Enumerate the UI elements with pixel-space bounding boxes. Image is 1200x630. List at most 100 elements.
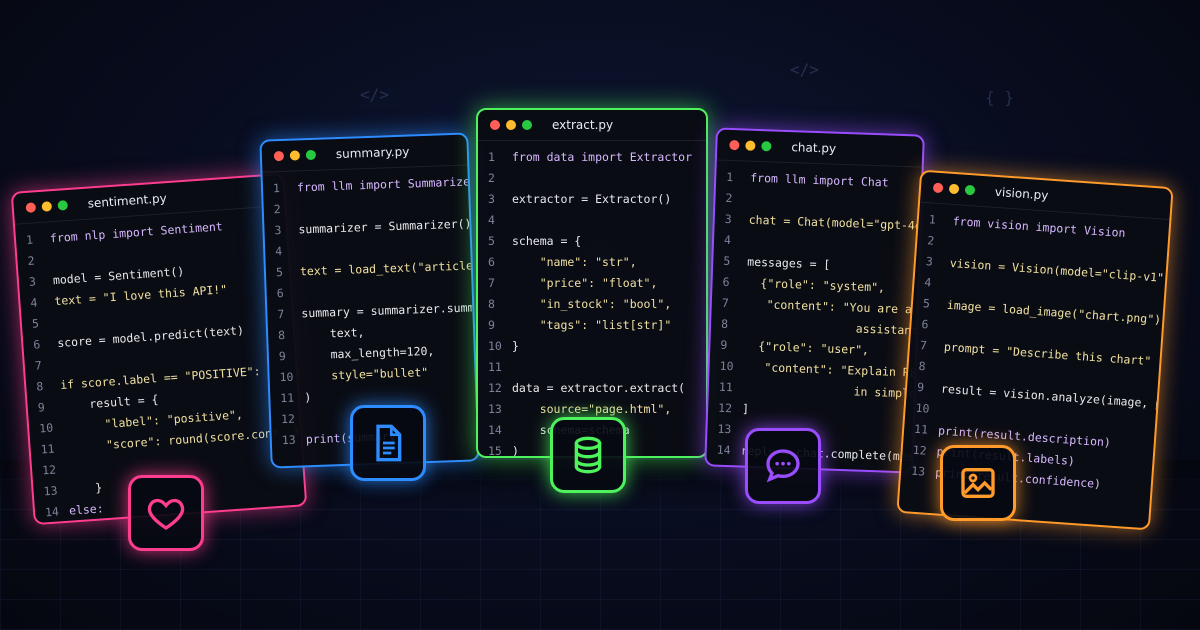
line-number: 9 <box>37 400 46 415</box>
minimize-dot-icon <box>506 120 516 130</box>
line-number: 7 <box>488 276 495 290</box>
code-line: 12 data = extractor.extract( <box>488 378 696 399</box>
code-block: 1 from data import Extractor 2 3 extractor =… <box>478 141 706 458</box>
code-text: else: <box>68 501 105 518</box>
code-line: 2 <box>488 168 696 189</box>
braces-symbol-deco: { } <box>985 88 1014 107</box>
line-number: 9 <box>488 318 495 332</box>
line-number: 2 <box>273 202 281 217</box>
line-number: 5 <box>723 253 731 269</box>
code-text: schema = { <box>512 234 582 248</box>
code-line: 11 <box>488 357 696 378</box>
code-text: "in_stock": "bool", <box>512 297 672 311</box>
code-window-chat: chat.py 1 from llm import Chat 2 3 chat = Ch… <box>704 127 925 474</box>
file-name: extract.py <box>552 118 614 132</box>
line-number: 3 <box>724 211 732 227</box>
line-number: 2 <box>926 233 935 248</box>
code-text: ] <box>741 401 750 416</box>
file-name: vision.py <box>994 184 1049 203</box>
line-number: 12 <box>717 400 733 416</box>
file-name: summary.py <box>335 144 410 162</box>
code-text: result = { <box>61 392 159 413</box>
database-icon <box>550 417 626 493</box>
line-number: 7 <box>277 306 285 322</box>
code-text: "tags": "list[str]" <box>512 318 672 332</box>
line-number: 2 <box>488 171 495 185</box>
line-number: 4 <box>29 295 38 310</box>
line-number: 4 <box>723 232 732 248</box>
line-number: 9 <box>278 348 287 364</box>
code-line: 4 <box>488 210 696 231</box>
line-number: 8 <box>35 379 44 394</box>
line-number: 6 <box>276 285 284 301</box>
close-dot-icon <box>490 120 500 130</box>
chat-bubble-icon <box>745 428 821 504</box>
line-number: 1 <box>272 181 281 196</box>
code-line: 6 "name": "str", <box>488 252 696 273</box>
code-text: summarizer = Summarizer() <box>298 216 472 237</box>
window-titlebar: extract.py <box>478 110 706 141</box>
code-symbol-deco: </> <box>360 85 389 104</box>
line-number: 10 <box>38 420 54 436</box>
close-dot-icon <box>273 150 285 162</box>
code-text: source="page.html", <box>512 402 672 416</box>
code-window-extract: extract.py 1 from data import Extractor 2 3… <box>476 108 708 458</box>
line-number: 13 <box>43 483 58 499</box>
minimize-dot-icon <box>745 140 756 151</box>
line-number: 15 <box>488 444 502 458</box>
line-number: 10 <box>915 400 930 416</box>
code-text: summary = summarizer.summarize( <box>301 298 480 321</box>
maximize-dot-icon <box>57 200 69 211</box>
maximize-dot-icon <box>522 120 532 130</box>
line-number: 12 <box>912 442 928 458</box>
code-text: assistant."}, <box>855 321 925 339</box>
code-symbol-deco: </> <box>790 60 819 79</box>
line-number: 5 <box>922 296 931 311</box>
code-text: {"role": "system", <box>746 275 886 295</box>
line-number: 4 <box>923 275 932 290</box>
line-number: 12 <box>488 381 502 395</box>
close-dot-icon <box>25 202 37 213</box>
line-number: 13 <box>910 463 926 479</box>
line-number: 10 <box>719 358 734 374</box>
line-number: 12 <box>41 462 57 478</box>
code-text: from data import Extractor <box>512 150 693 164</box>
code-block: 1 from llm import Chat 2 3 chat = Chat(model… <box>705 161 925 474</box>
close-dot-icon <box>932 182 944 194</box>
line-number: 4 <box>488 213 495 227</box>
code-window-vision: vision.py 1 from vision import Vision 2 3 vi… <box>896 169 1174 531</box>
line-number: 8 <box>277 327 286 343</box>
code-line: 8 "in_stock": "bool", <box>488 294 696 315</box>
line-number: 3 <box>274 223 282 238</box>
minimize-dot-icon <box>948 183 960 195</box>
line-number: 10 <box>488 339 502 353</box>
line-number: 11 <box>718 379 734 395</box>
line-number: 6 <box>921 317 929 332</box>
line-number: 14 <box>44 504 60 520</box>
line-number: 11 <box>40 441 56 457</box>
line-number: 3 <box>28 274 37 289</box>
code-text: in simple terms."} <box>853 384 924 402</box>
maximize-dot-icon <box>761 141 772 152</box>
heart-icon <box>128 475 204 551</box>
code-text: chat = Chat(model="gpt-4o-mini") <box>748 212 925 235</box>
line-number: 5 <box>31 316 40 331</box>
line-number: 13 <box>717 421 732 437</box>
line-number: 3 <box>488 192 495 206</box>
minimize-dot-icon <box>289 150 301 161</box>
code-line: 3 extractor = Extractor() <box>488 189 696 210</box>
line-number: 7 <box>919 337 928 353</box>
close-dot-icon <box>729 139 740 151</box>
line-number: 7 <box>721 295 730 311</box>
code-text: {"role": "user", <box>744 338 870 357</box>
line-number: 5 <box>488 234 495 248</box>
code-text: "name": "str", <box>512 255 637 269</box>
code-line: 10} <box>488 336 696 357</box>
line-number: 2 <box>27 253 35 268</box>
document-icon <box>350 405 426 481</box>
line-number: 6 <box>722 274 730 290</box>
code-line: 5 schema = { <box>488 231 696 252</box>
code-text: style="bullet" <box>303 365 429 384</box>
image-icon <box>940 445 1016 521</box>
code-text: text, <box>301 325 365 342</box>
